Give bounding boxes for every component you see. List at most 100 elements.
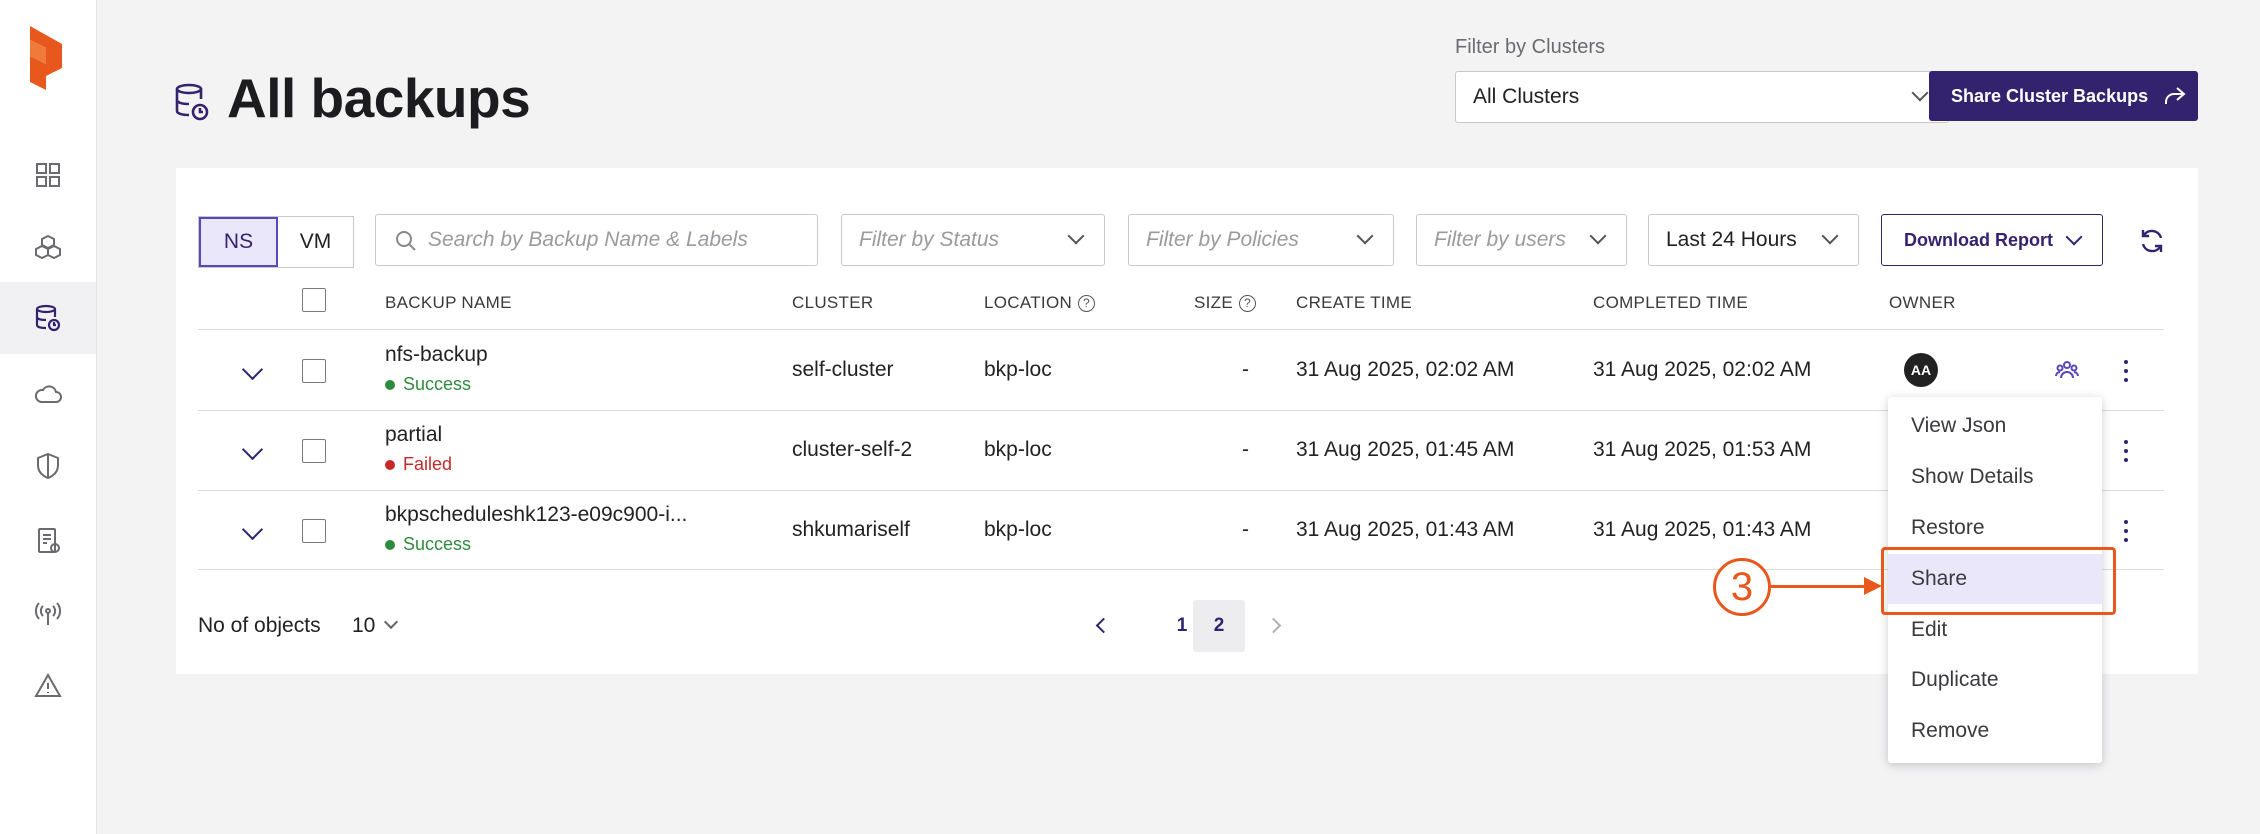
location-cell: bkp-loc xyxy=(984,518,1052,541)
column-owner[interactable]: OWNER xyxy=(1889,293,1956,313)
download-report-label: Download Report xyxy=(1904,229,2053,250)
expand-row-chevron-icon[interactable] xyxy=(241,438,264,461)
column-location[interactable]: LOCATION ? xyxy=(984,293,1096,313)
logo-icon xyxy=(30,26,62,90)
status-badge: Success xyxy=(385,374,471,395)
clusters-icon xyxy=(35,234,61,260)
size-cell: - xyxy=(1242,438,1249,461)
time-range-select[interactable]: Last 24 Hours xyxy=(1648,214,1859,266)
backup-name[interactable]: partial xyxy=(385,423,442,447)
search-icon xyxy=(396,231,416,251)
row-actions-kebab-icon[interactable] xyxy=(2123,440,2129,462)
column-backup-name[interactable]: BACKUP NAME xyxy=(385,293,512,313)
menu-duplicate[interactable]: Duplicate xyxy=(1888,655,2102,705)
nav-backups[interactable] xyxy=(0,282,96,354)
row-checkbox[interactable] xyxy=(302,359,326,383)
users-filter-placeholder: Filter by users xyxy=(1434,228,1566,251)
toggle-vm[interactable]: VM xyxy=(278,217,353,267)
download-report-button[interactable]: Download Report xyxy=(1881,214,2103,266)
search-input[interactable]: Search by Backup Name & Labels xyxy=(375,214,818,266)
nav-alerts[interactable] xyxy=(0,650,96,722)
users-filter-select[interactable]: Filter by users xyxy=(1416,214,1627,266)
cloud-icon xyxy=(34,385,62,403)
nav-clusters[interactable] xyxy=(0,211,96,283)
row-actions-kebab-icon[interactable] xyxy=(2123,520,2129,542)
column-create-time[interactable]: CREATE TIME xyxy=(1296,293,1412,313)
column-completed-time[interactable]: COMPLETED TIME xyxy=(1593,293,1748,313)
divider xyxy=(198,329,2164,330)
menu-remove[interactable]: Remove xyxy=(1888,706,2102,756)
share-cluster-backups-label: Share Cluster Backups xyxy=(1951,85,2149,106)
chevron-down-icon xyxy=(2065,228,2083,246)
create-time-cell: 31 Aug 2025, 02:02 AM xyxy=(1296,358,1515,381)
chevron-down-icon xyxy=(1911,84,1929,102)
row-checkbox[interactable] xyxy=(302,439,326,463)
select-all-checkbox[interactable] xyxy=(302,288,326,312)
status-dot xyxy=(385,379,395,390)
row-checkbox[interactable] xyxy=(302,519,326,543)
objects-per-page-select[interactable]: 10 xyxy=(352,614,399,638)
divider xyxy=(198,490,2164,491)
expand-row-chevron-icon[interactable] xyxy=(241,518,264,541)
search-placeholder: Search by Backup Name & Labels xyxy=(428,228,748,251)
chevron-down-icon xyxy=(1356,227,1374,245)
toggle-ns[interactable]: NS xyxy=(199,217,278,267)
backups-icon xyxy=(35,304,61,332)
help-icon[interactable]: ? xyxy=(1239,294,1256,312)
status-filter-select[interactable]: Filter by Status xyxy=(841,214,1105,266)
report-icon xyxy=(38,528,60,553)
nav-network[interactable] xyxy=(0,578,96,650)
backup-name[interactable]: bkpscheduleshk123-e09c900-i... xyxy=(385,503,687,527)
share-cluster-backups-button[interactable]: Share Cluster Backups xyxy=(1929,71,2198,121)
menu-restore[interactable]: Restore xyxy=(1888,503,2102,553)
nav-dashboard[interactable] xyxy=(0,139,96,211)
completed-time-cell: 31 Aug 2025, 02:02 AM xyxy=(1593,358,1812,381)
column-size[interactable]: SIZE ? xyxy=(1194,293,1256,313)
backup-name[interactable]: nfs-backup xyxy=(385,343,488,367)
cluster-cell: shkumariself xyxy=(792,518,910,541)
policies-filter-select[interactable]: Filter by Policies xyxy=(1128,214,1394,266)
callout-arrow-head xyxy=(1864,577,1882,595)
chevron-down-icon xyxy=(383,614,399,630)
prev-page-chevron-icon[interactable] xyxy=(1095,617,1112,634)
alert-icon xyxy=(34,672,62,697)
row-actions-kebab-icon[interactable] xyxy=(2123,360,2129,382)
page-title: All backups xyxy=(227,67,531,129)
page-2[interactable]: 2 xyxy=(1193,600,1245,652)
antenna-icon xyxy=(35,602,61,625)
callout-arrow xyxy=(1771,585,1869,588)
cluster-filter-value: All Clusters xyxy=(1473,85,1580,108)
menu-show-details[interactable]: Show Details xyxy=(1888,452,2102,502)
nav-reports[interactable] xyxy=(0,505,96,577)
column-cluster[interactable]: CLUSTER xyxy=(792,293,873,313)
nav-security[interactable] xyxy=(0,430,96,502)
status-badge: Success xyxy=(385,534,471,555)
time-range-value: Last 24 Hours xyxy=(1666,228,1797,251)
create-time-cell: 31 Aug 2025, 01:43 AM xyxy=(1296,518,1515,541)
location-cell: bkp-loc xyxy=(984,358,1052,381)
cluster-filter-label: Filter by Clusters xyxy=(1455,36,1606,58)
next-page-chevron-icon[interactable] xyxy=(1265,617,1282,634)
per-page-value: 10 xyxy=(352,614,376,637)
create-time-cell: 31 Aug 2025, 01:45 AM xyxy=(1296,438,1515,461)
status-dot xyxy=(385,539,395,550)
cluster-filter-select[interactable]: All Clusters xyxy=(1455,71,1949,123)
step-number-callout: 3 xyxy=(1713,558,1771,616)
nav-cloud[interactable] xyxy=(0,359,96,431)
dashboard-icon xyxy=(36,163,60,187)
expand-row-chevron-icon[interactable] xyxy=(241,358,264,381)
help-icon[interactable]: ? xyxy=(1078,294,1096,312)
shared-users-icon[interactable] xyxy=(2055,359,2079,381)
completed-time-cell: 31 Aug 2025, 01:53 AM xyxy=(1593,438,1812,461)
column-size-label: SIZE xyxy=(1194,293,1233,312)
sidebar xyxy=(0,0,97,834)
chevron-down-icon xyxy=(1589,227,1607,245)
share-icon xyxy=(2165,87,2186,104)
status-text: Success xyxy=(403,534,472,554)
completed-time-cell: 31 Aug 2025, 01:43 AM xyxy=(1593,518,1812,541)
refresh-icon[interactable] xyxy=(2138,227,2166,255)
cluster-cell: cluster-self-2 xyxy=(792,438,913,461)
column-location-label: LOCATION xyxy=(984,293,1073,312)
menu-view-json[interactable]: View Json xyxy=(1888,401,2102,451)
shield-icon xyxy=(37,452,59,480)
